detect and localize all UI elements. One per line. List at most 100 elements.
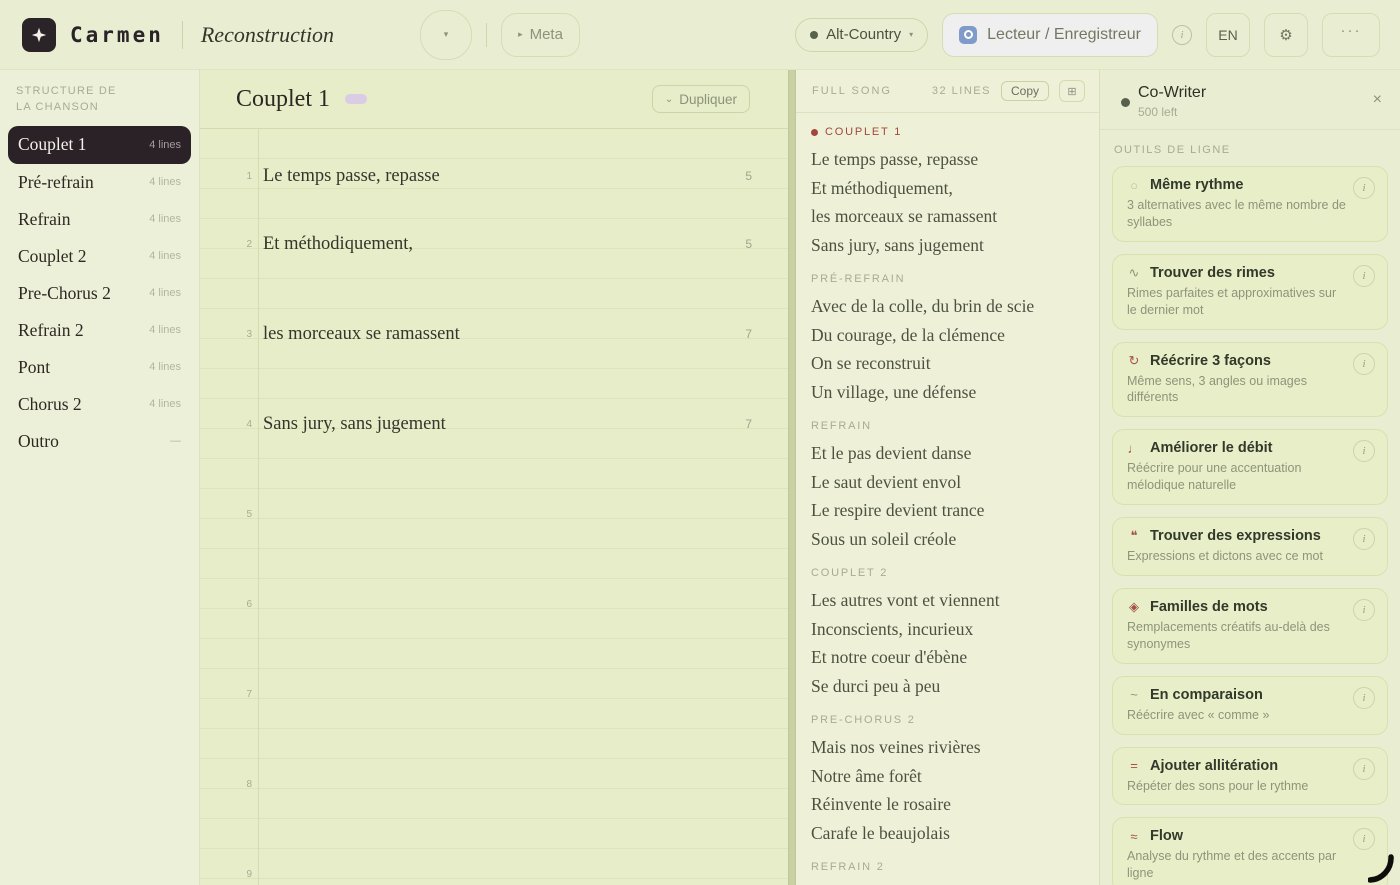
section-label[interactable]: REFRAIN 2 [811,861,1089,873]
line-number: 5 [200,509,252,520]
tool-card[interactable]: ❝ Trouver des expressions Expressions et… [1112,517,1388,576]
tool-card[interactable]: ↻ Réécrire 3 façons Même sens, 3 angles … [1112,342,1388,418]
line-number: 2 [200,239,252,250]
section-lines: Et le pas devient danseLe saut devient e… [811,439,1089,553]
full-song-lyric-line[interactable]: Du courage, de la clémence [811,321,1089,350]
section-line-count: 4 lines [149,324,181,336]
tool-label: Ajouter allitération [1150,758,1278,774]
full-song-lyric-line[interactable]: Le temps passe, repasse [811,145,1089,174]
grid-view-button[interactable]: ⊞ [1059,80,1085,102]
cowriter-panel: Co-Writer 500 left × OUTILS DE LIGNE ○ M… [1100,70,1400,885]
full-song-lyric-line[interactable]: Et notre coeur d'ébène [811,643,1089,672]
player-recorder-button[interactable]: Lecteur / Enregistreur [942,13,1158,57]
line-number: 7 [200,689,252,700]
genre-selector[interactable]: Alt-Country ▾ [795,18,928,52]
tool-icon: ○ [1127,178,1141,193]
full-song-lyric-line[interactable]: Se durci peu à peu [811,672,1089,701]
full-song-lyric-line[interactable]: Sans jury, sans jugement [811,231,1089,260]
full-song-lyric-line[interactable]: Les autres vont et viennent [811,586,1089,615]
full-song-lyric-line[interactable]: les morceaux se ramassent [811,202,1089,231]
more-options-button[interactable]: ··· [1322,13,1380,57]
tool-card[interactable]: ≈ Flow Analyse du rythme et des accents … [1112,817,1388,885]
sidebar-section-item[interactable]: Refrain 4 lines [0,201,199,238]
sidebar-section-item[interactable]: Chorus 2 4 lines [0,386,199,423]
sidebar-section-item[interactable]: Couplet 2 4 lines [0,238,199,275]
full-song-lyric-line[interactable]: Le saut devient envol [811,468,1089,497]
song-structure-sidebar: STRUCTURE DE LA CHANSON Couplet 1 4 line… [0,70,200,885]
close-icon[interactable]: × [1373,92,1382,108]
section-label-text: REFRAIN [811,420,872,432]
app-logo[interactable] [22,18,56,52]
sidebar-section-item[interactable]: Couplet 1 4 lines [8,126,191,164]
full-song-lyric-line[interactable]: On se reconstruit [811,349,1089,378]
tool-info-icon[interactable]: i [1353,440,1375,462]
tool-info-icon[interactable]: i [1353,599,1375,621]
section-label[interactable]: PRE-CHORUS 2 [811,714,1089,726]
meta-label: Meta [530,26,563,43]
lyric-line-input[interactable]: Sans jury, sans jugement [263,414,708,435]
tool-info-icon[interactable]: i [1353,687,1375,709]
tool-card[interactable]: ∿ Trouver des rimes Rimes parfaites et a… [1112,254,1388,330]
full-song-lyric-line[interactable]: Notre âme forêt [811,762,1089,791]
full-song-lyric-line[interactable]: Sous un soleil créole [811,525,1089,554]
tool-card[interactable]: ◈ Familles de mots Remplacements créatif… [1112,588,1388,664]
full-song-lyric-line[interactable]: Carafe le beaujolais [811,819,1089,848]
sidebar-section-item[interactable]: Pont 4 lines [0,349,199,386]
section-name: Chorus 2 [18,394,82,415]
section-label[interactable]: REFRAIN [811,420,1089,432]
tool-info-icon[interactable]: i [1353,353,1375,375]
full-song-lyric-line[interactable]: Un village, une défense [811,378,1089,407]
tool-card[interactable]: ~ En comparaison Réécrire avec « comme »… [1112,676,1388,735]
section-color-pill[interactable] [345,94,367,104]
full-song-lyric-line[interactable]: Réinvente le rosaire [811,790,1089,819]
tool-card[interactable]: ○ Même rythme 3 alternatives avec le mêm… [1112,166,1388,242]
tool-info-icon[interactable]: i [1353,265,1375,287]
info-icon[interactable]: i [1172,25,1192,45]
settings-button[interactable]: ⚙ [1264,13,1308,57]
full-song-lyric-line[interactable]: Avec de la colle, du brin de scie [811,292,1089,321]
tool-icon: ↻ [1127,353,1141,369]
copy-button[interactable]: Copy [1001,81,1049,101]
lyric-row: 1 Le temps passe, repasse 5 [200,161,788,191]
full-song-section: COUPLET 2 Les autres vont et viennentInc… [811,567,1089,700]
tool-label: Même rythme [1150,177,1243,193]
section-label[interactable]: PRÉ-REFRAIN [811,273,1089,285]
full-song-lyric-line[interactable]: Le respire devient trance [811,496,1089,525]
lyric-line-input[interactable]: Et méthodiquement, [263,234,708,255]
lyric-row: 2 Et méthodiquement, 5 [200,229,788,259]
editor-lines-area: 1 Le temps passe, repasse 5 2 Et méthodi… [200,129,788,885]
tool-info-icon[interactable]: i [1353,758,1375,780]
duplicate-button[interactable]: ⌄ Dupliquer [652,85,750,113]
section-label-text: PRE-CHORUS 2 [811,714,916,726]
full-song-lyric-line[interactable]: Et méthodiquement, [811,174,1089,203]
sidebar-section-item[interactable]: Pre-Chorus 2 4 lines [0,275,199,312]
sidebar-section-item[interactable]: Pré-refrain 4 lines [0,164,199,201]
full-song-section: REFRAIN Et le pas devient danseLe saut d… [811,420,1089,553]
sidebar-section-item[interactable]: Refrain 2 4 lines [0,312,199,349]
full-song-lyric-line[interactable]: Inconscients, incurieux [811,615,1089,644]
sidebar-section-item[interactable]: Outro — [0,423,199,460]
lyric-line-input[interactable]: les morceaux se ramassent [263,324,708,345]
tool-info-icon[interactable]: i [1353,528,1375,550]
section-label[interactable]: COUPLET 1 [811,126,1089,138]
ink-cursor-mark [1368,843,1394,883]
full-song-section: PRE-CHORUS 2 Mais nos veines rivièresNot… [811,714,1089,847]
nav-dropdown-button[interactable]: ▾ [420,10,472,60]
full-song-lyric-line[interactable]: Mais nos veines rivières [811,733,1089,762]
tool-card[interactable]: ♩ Améliorer le débit Réécrire pour une a… [1112,429,1388,505]
tool-icon: ♩ [1127,441,1141,456]
lyric-line-input[interactable]: Le temps passe, repasse [263,166,708,187]
section-name: Refrain [18,209,70,230]
section-name: Refrain 2 [18,320,84,341]
tool-info-icon[interactable]: i [1353,177,1375,199]
meta-button[interactable]: ▸ Meta [501,13,580,57]
syllable-count: 5 [745,237,752,251]
language-button[interactable]: EN [1206,13,1250,57]
section-label[interactable]: COUPLET 2 [811,567,1089,579]
tool-description: Réécrire avec « comme » [1127,707,1373,724]
panel-resize-handle[interactable] [788,70,796,885]
divider [486,23,487,47]
tool-card[interactable]: = Ajouter allitération Répéter des sons … [1112,747,1388,806]
full-song-lyric-line[interactable]: Et le pas devient danse [811,439,1089,468]
syllable-count: 7 [745,417,752,431]
